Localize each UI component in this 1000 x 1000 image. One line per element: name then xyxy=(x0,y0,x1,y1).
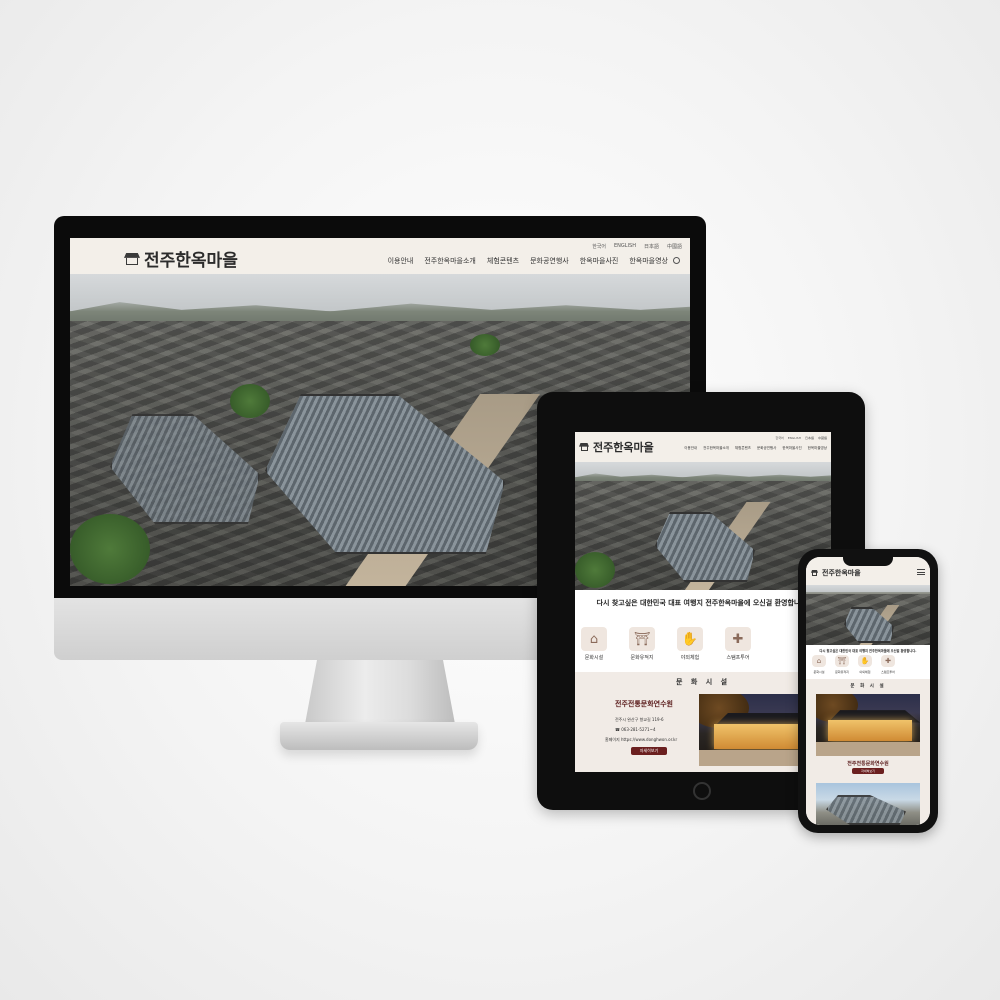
main-nav: 이용안내 전주한옥마을소개 체험콘텐츠 문화공연행사 한옥마을사진 한옥마을영상 xyxy=(684,446,827,451)
imac-stand-foot xyxy=(280,722,478,750)
facility-phone: ☎ 063-281-5271~4 xyxy=(615,727,656,732)
language-menu: 한국어 ENGLISH 日本語 中國語 xyxy=(592,243,682,250)
lang-en[interactable]: ENGLISH xyxy=(614,243,636,250)
hanok-roof-icon xyxy=(579,443,589,451)
detail-button[interactable]: 자세히보기 xyxy=(631,747,667,755)
hanok-roof-icon xyxy=(811,570,818,576)
facility-photo-2 xyxy=(816,783,920,825)
lang-zh[interactable]: 中國語 xyxy=(667,243,682,250)
site-logo[interactable]: 전주한옥마을 xyxy=(124,246,238,271)
welcome-message: 다시 찾고싶은 대한민국 대표 여행지 전주한옥마을에 오신걸 환영합니다. xyxy=(596,599,810,607)
nav-item-events[interactable]: 문화공연행사 xyxy=(530,256,569,266)
ipad-screen: 전주한옥마을 한국어 ENGLISH 日本語 中國語 이용안내 전주한옥마을소개… xyxy=(575,432,831,772)
quick-link-heritage[interactable]: ⛩ 문화유적지 xyxy=(835,655,849,674)
logo-text: 전주한옥마을 xyxy=(593,441,654,454)
lang-zh[interactable]: 中國語 xyxy=(818,436,827,440)
facility-name: 전주전통문화연수원 xyxy=(615,700,673,708)
logo-text: 전주한옥마을 xyxy=(144,251,238,271)
nav-item-events[interactable]: 문화공연행사 xyxy=(757,446,776,451)
quick-link-culture[interactable]: ⌂ 문화시설 xyxy=(812,655,826,674)
stamp-icon: ✚ xyxy=(881,655,895,667)
section-title: 문 화 시 설 xyxy=(850,684,886,689)
nav-item-intro[interactable]: 전주한옥마을소개 xyxy=(703,446,729,451)
nav-item-intro[interactable]: 전주한옥마을소개 xyxy=(424,256,476,266)
quick-links: ⌂ 문화시설 ⛩ 문화유적지 ✋ 야외체험 ✚ 스탬프투어 xyxy=(581,627,751,661)
hero-image xyxy=(575,462,831,590)
hands-icon: ✋ xyxy=(858,655,872,667)
nav-item-guide[interactable]: 이용안내 xyxy=(388,256,414,266)
menu-icon[interactable] xyxy=(917,569,925,575)
search-icon[interactable] xyxy=(673,257,680,264)
facility-name: 전주전통문화연수원 xyxy=(847,761,889,767)
iphone-notch xyxy=(843,557,893,566)
site-logo[interactable]: 전주한옥마을 xyxy=(579,439,654,455)
nav-item-experience[interactable]: 체험콘텐츠 xyxy=(735,446,751,451)
quick-link-heritage[interactable]: ⛩ 문화유적지 xyxy=(629,627,655,661)
site-header: 전주한옥마을 한국어 ENGLISH 日本語 中國語 이용안내 전주한옥마을소개… xyxy=(70,238,690,274)
facility-homepage[interactable]: 홈페이지 https://www.donghwon.or.kr xyxy=(605,737,677,743)
quick-links: ⌂ 문화시설 ⛩ 문화유적지 ✋ 야외체험 ✚ 스탬프투어 xyxy=(812,655,895,674)
ipad-home-button xyxy=(693,782,711,800)
hero-image xyxy=(806,585,930,645)
nav-item-experience[interactable]: 체험콘텐츠 xyxy=(487,256,519,266)
quick-link-outdoor[interactable]: ✋ 야외체험 xyxy=(677,627,703,661)
quick-link-outdoor[interactable]: ✋ 야외체험 xyxy=(858,655,872,674)
lang-ko[interactable]: 한국어 xyxy=(776,436,784,440)
imac-stand-neck xyxy=(305,660,455,724)
welcome-message: 다시 찾고싶은 대한민국 대표 여행지 전주한옥마을에 오신걸 환영합니다. xyxy=(819,649,917,653)
lang-ko[interactable]: 한국어 xyxy=(592,243,606,250)
nav-item-videos[interactable]: 한옥마을영상 xyxy=(629,256,668,266)
pavilion-icon: ⌂ xyxy=(581,627,607,651)
nav-item-guide[interactable]: 이용안내 xyxy=(684,446,697,451)
gate-icon: ⛩ xyxy=(835,655,849,667)
facility-address: 전주시 완산구 향교길 119-6 xyxy=(615,717,664,722)
language-menu: 한국어 ENGLISH 日本語 中國語 xyxy=(776,436,828,440)
lang-en[interactable]: ENGLISH xyxy=(788,436,801,440)
quick-link-stamp[interactable]: ✚ 스탬프투어 xyxy=(881,655,895,674)
nav-item-videos[interactable]: 한옥마을영상 xyxy=(808,446,827,451)
lang-ja[interactable]: 日本語 xyxy=(644,243,659,250)
stamp-icon: ✚ xyxy=(725,627,751,651)
gate-icon: ⛩ xyxy=(629,627,655,651)
site-header: 전주한옥마을 한국어 ENGLISH 日本語 中國語 이용안내 전주한옥마을소개… xyxy=(575,432,831,462)
pavilion-icon: ⌂ xyxy=(812,655,826,667)
main-nav: 이용안내 전주한옥마을소개 체험콘텐츠 문화공연행사 한옥마을사진 한옥마을영상 xyxy=(388,256,668,266)
hands-icon: ✋ xyxy=(677,627,703,651)
facility-photo xyxy=(816,694,920,756)
hanok-roof-icon xyxy=(124,253,140,265)
iphone-screen: 전주한옥마을 다시 찾고싶은 대한민국 대표 여행지 전주한옥마을에 오신걸 환… xyxy=(806,557,930,825)
nav-item-photos[interactable]: 한옥마을사진 xyxy=(580,256,619,266)
site-logo[interactable]: 전주한옥마을 xyxy=(811,568,861,578)
section-title: 문 화 시 설 xyxy=(675,678,731,686)
lang-ja[interactable]: 日本語 xyxy=(805,436,814,440)
detail-button[interactable]: 자세히보기 xyxy=(852,768,884,774)
quick-link-culture[interactable]: ⌂ 문화시설 xyxy=(581,627,607,661)
quick-link-stamp[interactable]: ✚ 스탬프투어 xyxy=(725,627,751,661)
nav-item-photos[interactable]: 한옥마을사진 xyxy=(782,446,801,451)
logo-text: 전주한옥마을 xyxy=(822,568,861,577)
